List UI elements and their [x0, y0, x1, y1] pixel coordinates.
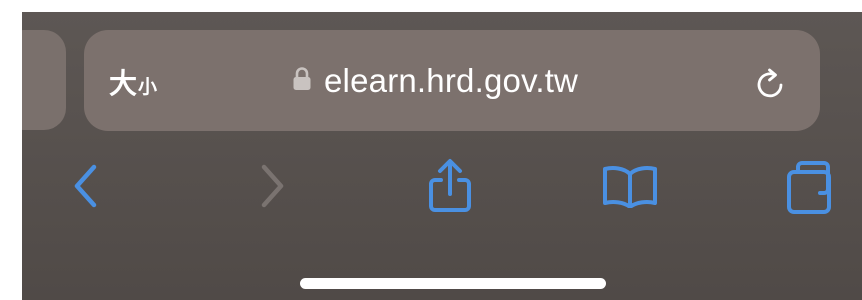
url-text: elearn.hrd.gov.tw — [324, 62, 579, 99]
reload-button[interactable] — [750, 64, 790, 104]
back-button[interactable] — [58, 160, 114, 216]
tabs-icon — [784, 158, 840, 219]
previous-tab-preview[interactable] — [22, 30, 66, 130]
tabs-button[interactable] — [784, 160, 840, 216]
address-bar[interactable]: 大 小 elearn.hrd.gov.tw — [84, 30, 820, 131]
reload-icon — [750, 68, 790, 108]
browser-screen: 大 小 elearn.hrd.gov.tw — [22, 12, 862, 300]
text-size-big-label: 大 — [109, 67, 138, 100]
lock-icon — [292, 66, 312, 97]
share-button[interactable] — [422, 158, 478, 219]
chevron-left-icon — [71, 163, 101, 214]
text-size-small-label: 小 — [138, 76, 158, 98]
text-size-button[interactable]: 大 小 — [109, 62, 157, 102]
bookmarks-button[interactable] — [602, 160, 658, 216]
home-indicator[interactable] — [300, 278, 606, 289]
url-display[interactable]: elearn.hrd.gov.tw — [292, 60, 578, 102]
book-icon — [600, 164, 660, 213]
forward-button[interactable] — [244, 160, 300, 216]
share-icon — [426, 158, 474, 219]
chevron-right-icon — [257, 163, 287, 214]
